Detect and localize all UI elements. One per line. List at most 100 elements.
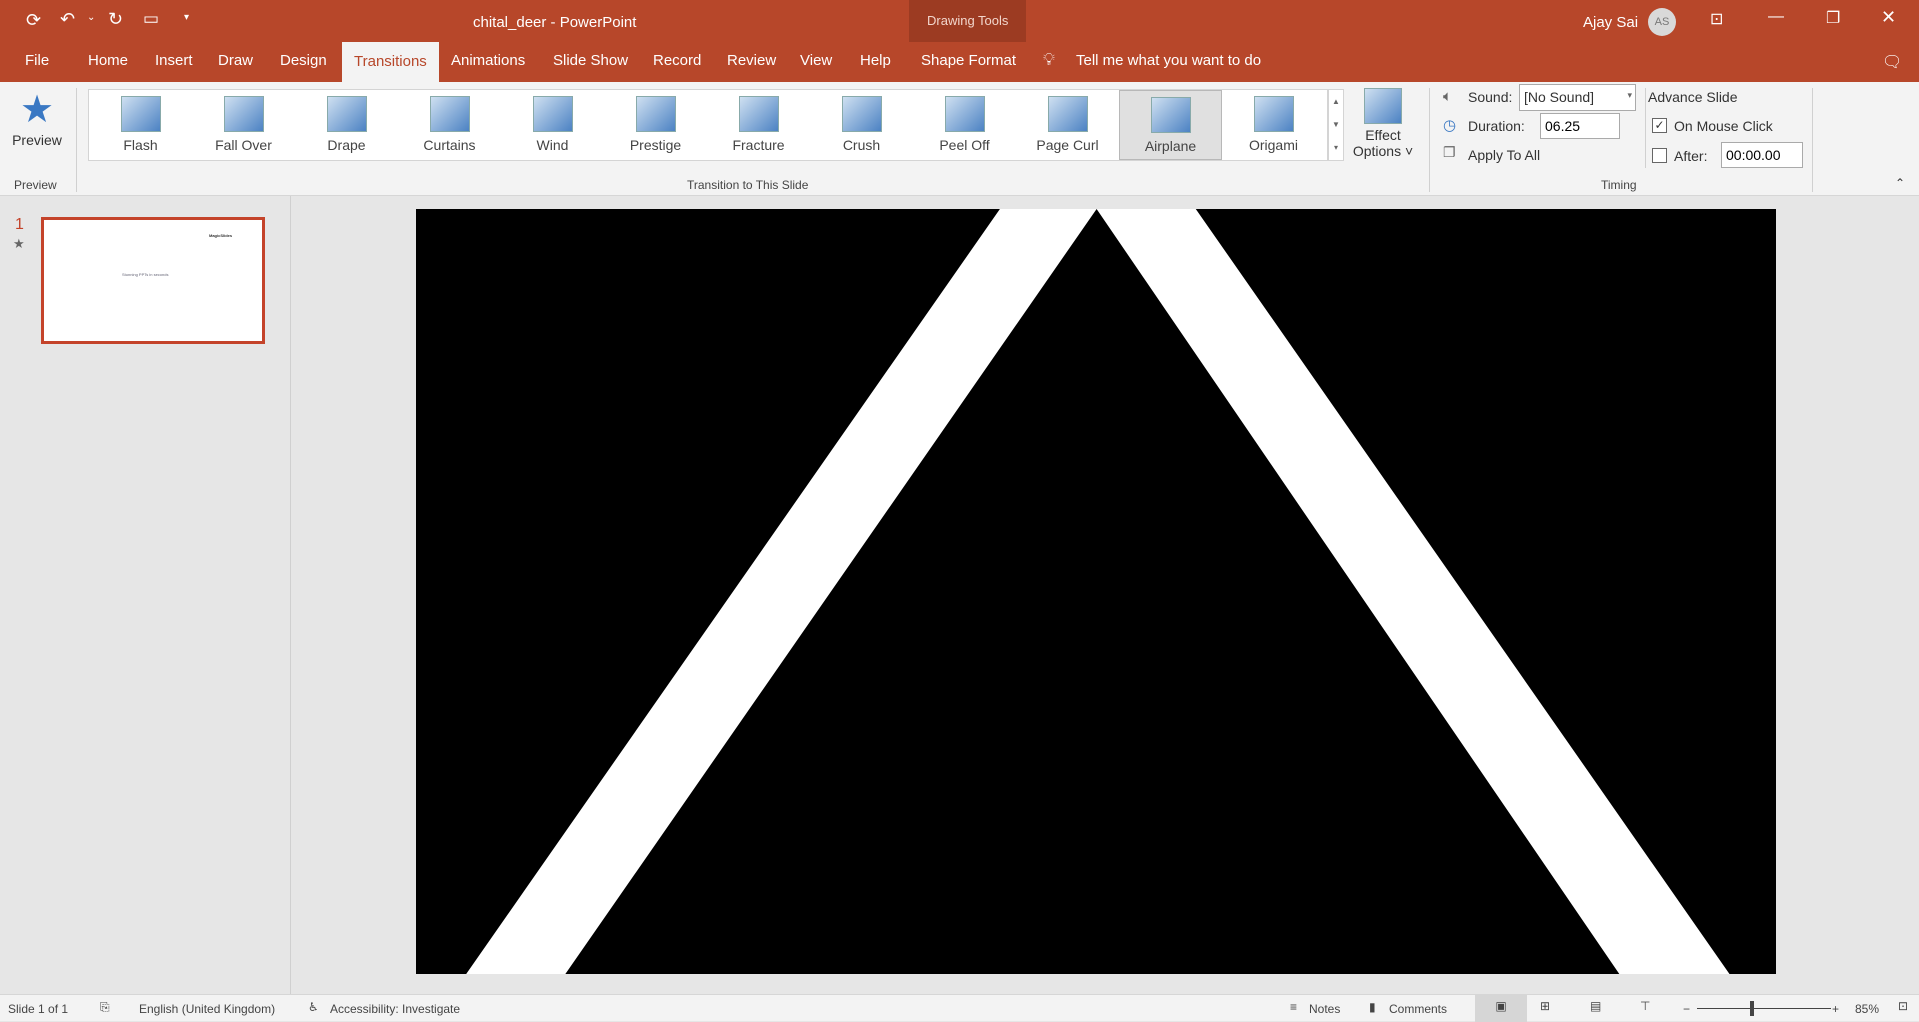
- slide-sorter-icon[interactable]: ⊞: [1540, 999, 1550, 1013]
- tab-review[interactable]: Review: [727, 52, 776, 69]
- slide-number: 1: [15, 216, 24, 233]
- thumbnail-logo: MagicSlides: [209, 233, 233, 238]
- customize-qat-icon[interactable]: ▾: [184, 12, 189, 23]
- transition-label: Fall Over: [215, 137, 272, 153]
- comments-status-icon: ▮: [1369, 1000, 1376, 1014]
- transition-flash[interactable]: Flash: [89, 90, 192, 160]
- transition-airplane[interactable]: Airplane: [1119, 90, 1222, 160]
- autosave-icon[interactable]: ⟳: [26, 10, 41, 31]
- sound-label: Sound:: [1468, 89, 1513, 105]
- zoom-in-icon[interactable]: +: [1832, 1002, 1839, 1016]
- clock-icon: ◷: [1443, 117, 1457, 134]
- transition-label: Origami: [1248, 137, 1298, 153]
- tab-help[interactable]: Help: [860, 52, 891, 69]
- notes-button[interactable]: Notes: [1309, 1002, 1340, 1016]
- user-name[interactable]: Ajay Sai: [1583, 14, 1638, 31]
- star-icon: ★: [19, 89, 55, 131]
- slide-thumbnail-pane: 1 ★ MagicSlides Stunning PPTs in seconds: [0, 196, 291, 994]
- reading-view-icon[interactable]: ▤: [1590, 999, 1601, 1013]
- notes-icon: ≡: [1290, 1000, 1298, 1014]
- transition-origami[interactable]: Origami: [1222, 90, 1325, 160]
- tab-insert[interactable]: Insert: [155, 52, 193, 69]
- after-checkbox[interactable]: [1652, 148, 1667, 163]
- transition-drape[interactable]: Drape: [295, 90, 398, 160]
- peel-off-icon: [944, 96, 985, 132]
- tab-home[interactable]: Home: [88, 52, 128, 69]
- zoom-level[interactable]: 85%: [1855, 1002, 1879, 1016]
- zoom-out-icon[interactable]: −: [1683, 1002, 1690, 1016]
- duration-label: Duration:: [1468, 118, 1525, 134]
- zoom-slider-thumb[interactable]: [1750, 1001, 1754, 1016]
- language[interactable]: English (United Kingdom): [139, 1002, 275, 1016]
- effect-options-button[interactable]: Effect Options ˅: [1350, 88, 1416, 159]
- contextual-tab-label: Drawing Tools: [927, 13, 1009, 28]
- after-input[interactable]: [1721, 142, 1803, 168]
- sound-icon: 🔈︎: [1443, 88, 1453, 105]
- thumbnail-text: Stunning PPTs in seconds: [122, 272, 169, 277]
- on-mouse-click-checkbox[interactable]: ✓: [1652, 118, 1667, 133]
- transition-curtains[interactable]: Curtains: [398, 90, 501, 160]
- accessibility-icon: ♿︎: [308, 1000, 319, 1014]
- ribbon-display-icon[interactable]: ⊡: [1710, 9, 1723, 29]
- accessibility-status[interactable]: Accessibility: Investigate: [330, 1002, 460, 1016]
- ribbon-tabs: File Home Insert Draw Design Transitions…: [0, 42, 1919, 82]
- prestige-icon: [635, 96, 676, 132]
- collapse-ribbon-icon[interactable]: ⌃: [1895, 176, 1905, 190]
- close-icon[interactable]: ✕: [1881, 7, 1896, 28]
- slideshow-view-icon[interactable]: ⊤: [1640, 999, 1650, 1013]
- transition-peel-off[interactable]: Peel Off: [913, 90, 1016, 160]
- origami-icon: [1253, 96, 1294, 132]
- zoom-slider[interactable]: [1697, 1008, 1831, 1009]
- comments-icon[interactable]: 🗨︎: [1882, 52, 1902, 72]
- spelling-icon[interactable]: ⎘: [100, 1000, 110, 1015]
- slide-count: Slide 1 of 1: [8, 1002, 69, 1016]
- transition-gallery: Flash Fall Over Drape Curtains Wind Prestige F…: [88, 89, 1328, 161]
- fracture-icon: [738, 96, 779, 132]
- normal-view-icon[interactable]: ▣: [1475, 995, 1527, 1022]
- comments-button[interactable]: Comments: [1389, 1002, 1447, 1016]
- page-curl-icon: [1047, 96, 1088, 132]
- sound-dropdown[interactable]: [No Sound] ▾: [1519, 84, 1636, 111]
- gallery-scroll[interactable]: ▲ ▼ ▾: [1328, 89, 1344, 161]
- transition-fracture[interactable]: Fracture: [707, 90, 810, 160]
- after-label: After:: [1674, 148, 1708, 164]
- transition-crush[interactable]: Crush: [810, 90, 913, 160]
- sound-value: [No Sound]: [1524, 89, 1595, 105]
- slide-thumbnail[interactable]: MagicSlides Stunning PPTs in seconds: [41, 217, 265, 344]
- undo-dropdown-icon[interactable]: ⌄: [87, 12, 95, 23]
- transition-page-curl[interactable]: Page Curl: [1016, 90, 1119, 160]
- transition-fall-over[interactable]: Fall Over: [192, 90, 295, 160]
- transition-prestige[interactable]: Prestige: [604, 90, 707, 160]
- transition-label: Flash: [123, 137, 158, 153]
- lightbulb-icon: 💡︎: [1043, 50, 1055, 69]
- tab-draw[interactable]: Draw: [218, 52, 253, 69]
- restore-icon[interactable]: ❐: [1826, 8, 1840, 28]
- apply-to-all-button[interactable]: Apply To All: [1468, 147, 1540, 163]
- slide-canvas[interactable]: [416, 209, 1776, 974]
- tab-slide-show[interactable]: Slide Show: [553, 52, 628, 69]
- tab-shape-format[interactable]: Shape Format: [921, 52, 1016, 69]
- avatar[interactable]: AS: [1648, 8, 1676, 36]
- group-label-preview: Preview: [14, 178, 57, 192]
- transition-wind[interactable]: Wind: [501, 90, 604, 160]
- triangle-shape[interactable]: [416, 209, 1776, 974]
- present-icon[interactable]: ▭: [143, 9, 159, 29]
- effect-options-icon: [1364, 88, 1402, 124]
- tab-animations[interactable]: Animations: [451, 52, 525, 69]
- fit-slide-icon[interactable]: ⊡: [1898, 999, 1908, 1013]
- transition-label: Peel Off: [939, 137, 990, 153]
- tab-design[interactable]: Design: [280, 52, 327, 69]
- tab-file[interactable]: File: [25, 52, 49, 69]
- on-mouse-click-label: On Mouse Click: [1674, 118, 1773, 134]
- preview-button[interactable]: ★ Preview: [8, 88, 66, 148]
- undo-icon[interactable]: ↶: [60, 9, 75, 30]
- tab-transitions[interactable]: Transitions: [342, 42, 439, 82]
- redo-icon[interactable]: ↻: [108, 9, 123, 30]
- preview-label: Preview: [12, 132, 62, 148]
- duration-input[interactable]: [1540, 113, 1620, 139]
- tell-me-search[interactable]: Tell me what you want to do: [1076, 52, 1261, 69]
- tab-view[interactable]: View: [800, 52, 832, 69]
- airplane-icon: [1150, 97, 1191, 133]
- minimize-icon[interactable]: —: [1768, 8, 1784, 26]
- tab-record[interactable]: Record: [653, 52, 701, 69]
